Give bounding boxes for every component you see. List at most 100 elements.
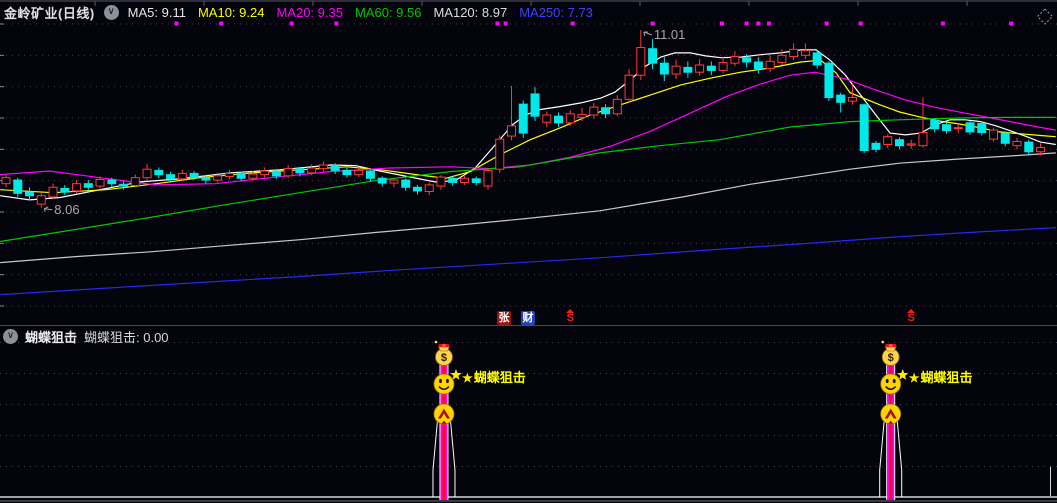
candle [671,59,681,79]
signal-label-text: 蝴蝶狙击 [473,370,526,385]
candle [48,183,58,200]
event-dot [756,21,761,26]
ma-legend-item-3: MA60: 9.56 [354,4,422,20]
candle [530,87,540,122]
signal-label: ★蝴蝶狙击 [462,367,526,386]
candle [789,43,799,61]
chart-canvas[interactable]: 11.018.06 $ $ [0,0,1057,503]
chevron-coin-icon [433,403,455,425]
candle [554,112,564,128]
candle [401,178,411,191]
candle [636,30,646,81]
ma-legend-item-5: MA250: 7.73 [519,4,593,20]
candle [25,187,35,201]
indicator-value: 蝴蝶狙击: 0.00 [84,329,169,345]
candle [471,176,481,186]
smiley-icon [433,373,455,395]
candle [753,57,763,74]
event-dot [570,21,575,26]
candle [706,61,716,76]
candle [601,104,611,118]
candle [236,171,246,182]
candle [577,107,587,122]
price-annotation-high: 11.01 [654,27,686,42]
chevron-coin-icon [880,403,902,425]
candle [318,161,328,172]
candle [800,43,810,59]
candle [859,103,869,153]
sell-signal-marker[interactable]: S [563,309,577,324]
chevron-down-icon[interactable]: ∨ [103,4,119,20]
candle [718,57,728,74]
candle [730,51,740,67]
signal-label: ★蝴蝶狙击 [909,367,973,386]
candle [906,139,916,149]
candle [612,95,622,117]
butterfly-signal[interactable]: $ [432,340,462,500]
candle [507,86,517,141]
candle [1024,139,1034,155]
event-dot [334,21,339,26]
butterfly-signal[interactable]: $ [879,340,909,500]
smiley-icon [880,373,902,395]
chevron-down-icon[interactable]: ∨ [3,328,18,344]
candle [1012,137,1022,150]
star-icon: ★ [908,371,920,385]
star-icon: ★ [461,371,473,385]
sell-signal-marker[interactable]: S [904,309,918,324]
candle [13,177,23,197]
candle [812,50,822,69]
candle [377,176,387,187]
candle [683,61,693,78]
ma-legend-item-0: MA5: 9.11 [127,4,186,20]
candle [930,118,940,133]
candle [894,137,904,150]
money-bag-icon: $ [881,340,900,366]
candle [824,61,834,102]
stock-chart-window: 金岭矿业(日线) ∨ MA5: 9.11 MA10: 9.24 MA20: 9.35… [0,0,1057,503]
candle [224,169,234,180]
signal-bar-stripe [447,352,449,500]
candle [142,163,152,181]
candle [36,192,46,208]
candle [483,168,493,190]
candle [424,182,434,196]
candle [412,184,422,195]
candle [260,167,270,178]
stock-title: 金岭矿业(日线) [4,5,95,21]
event-dot [744,21,749,26]
event-badge-0[interactable]: 张 [497,311,511,325]
event-dot [766,21,771,26]
candle [83,180,93,191]
candle [448,176,458,187]
event-dot [858,21,863,26]
signal-bar-stripe [439,352,441,500]
event-dot [174,21,179,26]
ma-line-MA250 [0,227,1056,296]
price-annotations: 11.01 8.06 [43,27,686,217]
svg-text:$: $ [888,352,894,364]
event-dot [495,21,500,26]
ma-legend: MA5: 9.11 MA10: 9.24 MA20: 9.35 MA60: 9.56 M… [128,5,593,20]
candle [342,168,352,178]
event-dot [1009,21,1014,26]
candle [495,135,505,173]
event-badge-1[interactable]: 财 [521,311,535,325]
diamond-marker-icon[interactable] [1036,8,1054,25]
candle [624,69,634,103]
event-dot [219,21,224,26]
signal-label-text: 蝴蝶狙击 [920,370,973,385]
event-dot [940,21,945,26]
candle [777,49,787,65]
candle [648,39,658,70]
sell-marker-letter: S [566,312,574,324]
event-dot [503,21,508,26]
candle [60,184,70,196]
candle [695,58,705,76]
candle [765,55,775,73]
candle [883,134,893,149]
candle [518,100,528,138]
candle [659,57,669,82]
candle [1,174,11,188]
event-dot [650,21,655,26]
